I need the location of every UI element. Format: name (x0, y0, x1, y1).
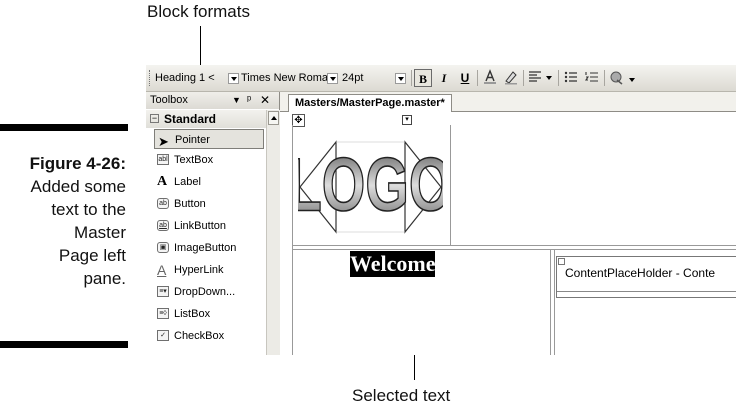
block-format-dropdown-icon[interactable] (228, 73, 239, 84)
listbox-icon: ≡◊ (157, 308, 169, 319)
document-tab-strip: Masters/MasterPage.master* (280, 92, 736, 112)
caption-bar-bottom (0, 341, 128, 348)
formatting-toolbar: Heading 1 < Times New Roman 24pt B I U (146, 65, 736, 92)
placeholder-divider (557, 291, 736, 292)
toolbox-item-listbox[interactable]: ≡◊ ListBox (154, 304, 264, 324)
toolbar-separator (558, 70, 559, 86)
imagebutton-icon: ▣ (157, 242, 169, 253)
font-size-dropdown-icon[interactable] (395, 73, 406, 84)
close-icon[interactable]: ✕ (260, 92, 270, 109)
toolbox-item-button[interactable]: ab Button (154, 194, 264, 214)
toolbox-panel: Toolbox ▼ ᵖ ✕ − Standard ➤ Pointer abl T… (146, 92, 280, 355)
design-surface[interactable]: ✥ ▾ LOGO (280, 112, 736, 355)
toolbox-header: Toolbox ▼ ᵖ ✕ (146, 92, 279, 109)
pointer-icon: ➤ (158, 134, 169, 149)
caption-bar-top (0, 124, 128, 131)
toolbox-item-pointer[interactable]: ➤ Pointer (154, 129, 264, 149)
font-name-dropdown-icon[interactable] (327, 73, 338, 84)
numbered-list-icon[interactable] (583, 69, 601, 87)
table-border (292, 245, 736, 246)
toolbar-overflow-icon[interactable] (627, 75, 638, 86)
content-placeholder[interactable]: ContentPlaceHolder - Conte (556, 256, 736, 298)
toolbox-scrollbar[interactable] (266, 110, 280, 355)
toolbar-separator (604, 70, 605, 86)
group-label: Standard (164, 112, 217, 126)
toolbar-separator (523, 70, 524, 86)
welcome-heading-selected[interactable]: Welcome (350, 251, 436, 277)
underline-button[interactable]: U (456, 69, 474, 87)
callout-block-formats: Block formats (147, 2, 250, 21)
caption-line-5: pane. (83, 269, 126, 288)
label-icon: A (157, 174, 168, 189)
placeholder-corner-icon (558, 258, 565, 265)
font-name-select[interactable]: Times New Roman (241, 65, 334, 91)
table-border (554, 249, 555, 355)
pin-icon[interactable]: ᵖ (247, 92, 251, 109)
figure-caption: Figure 4-26: Added some text to the Mast… (0, 152, 126, 290)
logo-text: LOGO (298, 143, 443, 227)
button-icon: ab (157, 198, 169, 209)
caption-line-4: Page left (58, 246, 126, 265)
toolbox-title: Toolbox (150, 94, 188, 106)
toolbar-separator (477, 70, 478, 86)
toolbox-group-standard[interactable]: − Standard (146, 110, 279, 128)
hyperlink-icon: A (157, 262, 167, 278)
callout-line-top (200, 26, 201, 68)
block-format-select[interactable]: Heading 1 < (155, 65, 215, 91)
highlight-icon[interactable] (502, 69, 520, 87)
figure-number: Figure 4-26: (29, 154, 126, 173)
toolbox-item-dropdownlist[interactable]: ≡▾ DropDown... (154, 282, 264, 302)
caption-line-1: Added some (30, 177, 126, 196)
smart-tag-icon[interactable]: ▾ (402, 115, 412, 125)
toolbox-menu-icon[interactable]: ▼ (232, 92, 241, 109)
table-border (450, 125, 451, 245)
tab-masterpage[interactable]: Masters/MasterPage.master* (288, 94, 452, 112)
font-size-select[interactable]: 24pt (342, 65, 363, 91)
bold-button[interactable]: B (414, 69, 432, 87)
font-color-icon[interactable] (481, 69, 499, 87)
italic-button[interactable]: I (435, 69, 453, 87)
logo-image[interactable]: LOGO (298, 132, 443, 242)
toolbox-item-textbox[interactable]: abl TextBox (154, 150, 264, 170)
table-border (292, 125, 293, 355)
caption-line-2: text to the (51, 200, 126, 219)
dropdown-icon: ≡▾ (157, 286, 169, 297)
hyperlink-insert-icon[interactable] (608, 69, 626, 87)
linkbutton-icon: ab (157, 220, 169, 231)
align-dropdown-icon[interactable] (544, 73, 555, 84)
align-icon[interactable] (526, 69, 544, 87)
table-border (292, 249, 736, 250)
toolbox-item-hyperlink[interactable]: A HyperLink (154, 260, 264, 280)
checkbox-icon: ✓ (157, 330, 169, 341)
toolbar-separator (411, 70, 412, 86)
toolbox-item-label[interactable]: A Label (154, 172, 264, 192)
callout-selected-text: Selected text (352, 386, 451, 405)
move-handle-icon[interactable]: ✥ (292, 114, 305, 127)
content-placeholder-label: ContentPlaceHolder - Conte (565, 266, 716, 280)
scroll-up-icon[interactable] (268, 111, 279, 125)
table-border (550, 249, 551, 355)
textbox-icon: abl (157, 154, 169, 165)
caption-line-3: Master (74, 223, 126, 242)
toolbox-item-linkbutton[interactable]: ab LinkButton (154, 216, 264, 236)
bullet-list-icon[interactable] (562, 69, 580, 87)
collapse-icon[interactable]: − (150, 114, 159, 123)
ide-screenshot: Heading 1 < Times New Roman 24pt B I U T… (146, 65, 736, 355)
toolbox-item-imagebutton[interactable]: ▣ ImageButton (154, 238, 264, 258)
toolbox-item-checkbox[interactable]: ✓ CheckBox (154, 326, 264, 346)
toolbar-grip[interactable] (149, 70, 152, 86)
